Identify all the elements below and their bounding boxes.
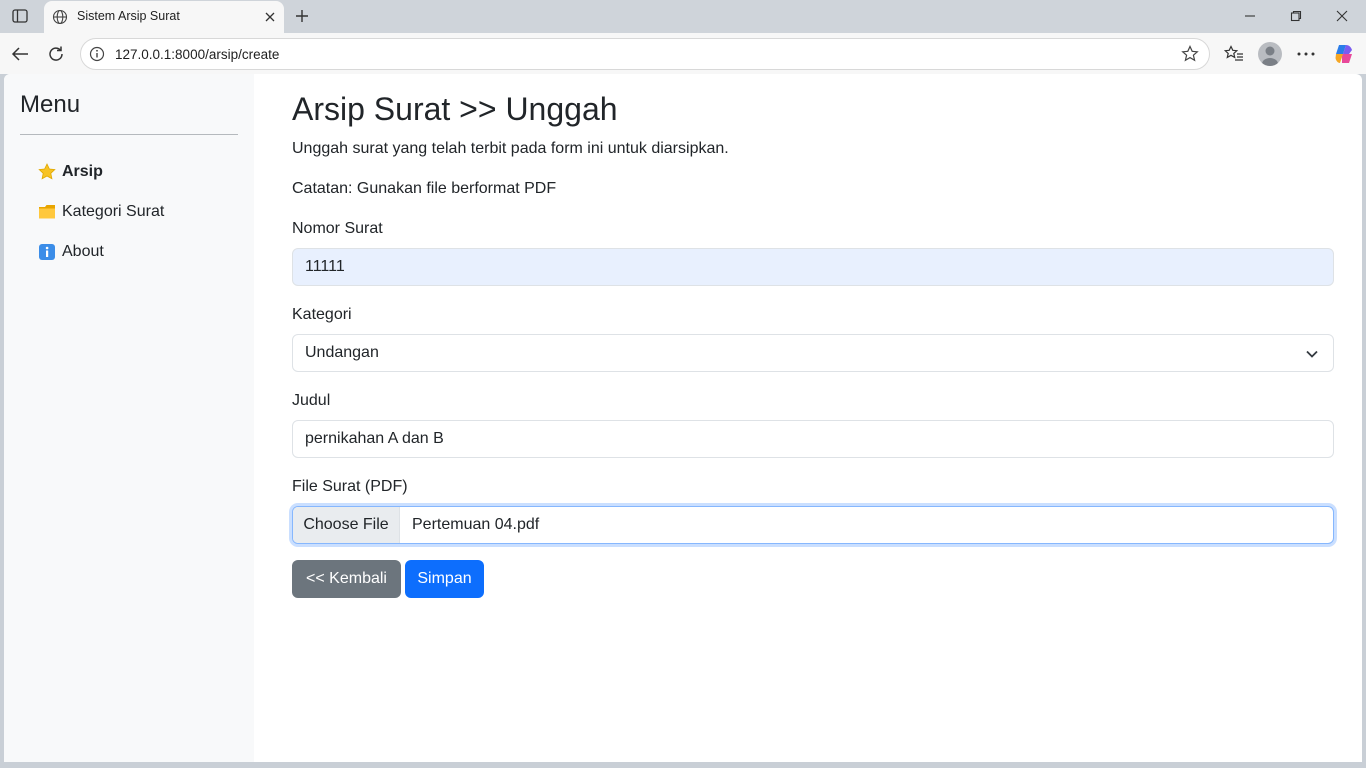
url-text: 127.0.0.1:8000/arsip/create xyxy=(115,47,280,62)
star-icon[interactable] xyxy=(1181,45,1199,63)
folder-icon xyxy=(38,203,56,221)
judul-label: Judul xyxy=(292,392,331,409)
page-note: Catatan: Gunakan file berformat PDF xyxy=(292,180,557,197)
page-description: Unggah surat yang telah terbit pada form… xyxy=(292,140,729,157)
back-button[interactable]: << Kembali xyxy=(292,560,401,598)
page-viewport: Menu Arsip Kategori Surat About Arsip Su… xyxy=(4,74,1362,762)
browser-toolbar: 127.0.0.1:8000/arsip/create xyxy=(0,33,1366,74)
judul-input[interactable]: pernikahan A dan B xyxy=(292,420,1334,458)
copilot-icon[interactable] xyxy=(1332,42,1356,66)
main-content: Arsip Surat >> Unggah Unggah surat yang … xyxy=(292,74,1334,762)
page-title: Arsip Surat >> Unggah xyxy=(292,91,618,127)
sidebar-item-label: About xyxy=(62,243,104,260)
browser-tab[interactable]: Sistem Arsip Surat xyxy=(44,1,284,33)
info-icon xyxy=(38,243,56,261)
window-close-icon[interactable] xyxy=(1334,8,1350,24)
choose-file-button[interactable]: Choose File xyxy=(293,507,400,543)
nomor-surat-input[interactable]: 11111 xyxy=(292,248,1334,286)
sidebar-item-label: Kategori Surat xyxy=(62,203,165,220)
file-surat-label: File Surat (PDF) xyxy=(292,478,408,495)
info-icon[interactable] xyxy=(89,46,105,62)
sidebar: Menu Arsip Kategori Surat About xyxy=(4,74,254,762)
browser-tabstrip: Sistem Arsip Surat xyxy=(0,0,1366,33)
sidebar-toggle-icon[interactable] xyxy=(8,5,32,27)
close-icon[interactable] xyxy=(262,9,278,25)
judul-value: pernikahan A dan B xyxy=(305,430,444,447)
favorites-icon[interactable] xyxy=(1222,42,1246,66)
sidebar-divider xyxy=(20,134,238,135)
sidebar-item-arsip[interactable]: Arsip xyxy=(38,160,238,184)
file-surat-input[interactable]: Choose File Pertemuan 04.pdf xyxy=(292,506,1334,544)
sidebar-item-about[interactable]: About xyxy=(38,240,238,264)
kategori-label: Kategori xyxy=(292,306,352,323)
address-bar[interactable]: 127.0.0.1:8000/arsip/create xyxy=(80,38,1210,70)
globe-icon xyxy=(52,9,68,25)
save-button[interactable]: Simpan xyxy=(405,560,484,598)
chevron-down-icon xyxy=(1305,347,1319,361)
kategori-value: Undangan xyxy=(305,344,379,361)
minimize-icon[interactable] xyxy=(1242,8,1258,24)
sidebar-item-label: Arsip xyxy=(62,163,103,180)
star-icon xyxy=(38,163,56,181)
restore-icon[interactable] xyxy=(1288,8,1304,24)
plus-icon[interactable] xyxy=(292,6,312,26)
nomor-surat-value: 11111 xyxy=(305,258,345,275)
kategori-select[interactable]: Undangan xyxy=(292,334,1334,372)
sidebar-title: Menu xyxy=(20,91,81,118)
nomor-surat-label: Nomor Surat xyxy=(292,220,383,237)
profile-icon[interactable] xyxy=(1258,42,1282,66)
tab-title: Sistem Arsip Surat xyxy=(77,9,180,23)
reload-icon[interactable] xyxy=(44,42,68,66)
sidebar-item-kategori-surat[interactable]: Kategori Surat xyxy=(38,200,238,224)
file-name-text: Pertemuan 04.pdf xyxy=(412,516,540,533)
more-icon[interactable] xyxy=(1294,42,1318,66)
back-arrow-icon[interactable] xyxy=(8,42,32,66)
